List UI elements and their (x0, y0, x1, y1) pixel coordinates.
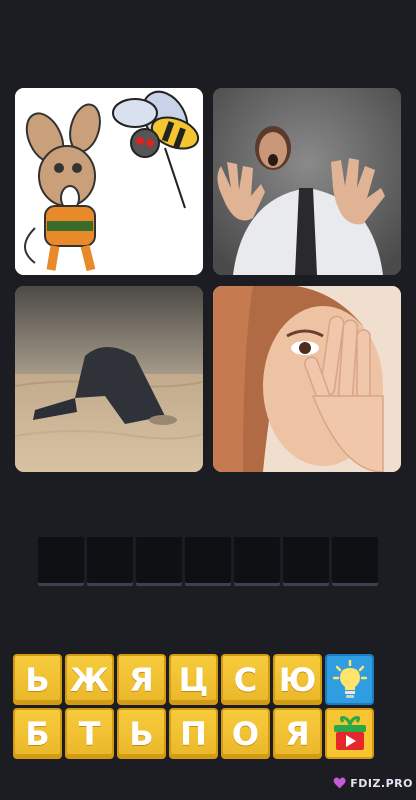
letter-tile[interactable]: Ж (65, 654, 114, 705)
picture-woman-covering-face[interactable] (213, 286, 401, 472)
watermark: FDIZ.PRO (333, 770, 413, 796)
gift-video-icon (333, 715, 366, 750)
letter-tile[interactable]: Я (273, 708, 322, 759)
letter-tile[interactable]: Б (13, 708, 62, 759)
letter-tile[interactable]: П (169, 708, 218, 759)
photo-frightened-man (213, 88, 401, 275)
letter-tile[interactable]: Ь (117, 708, 166, 759)
letter-row-2: Б Т Ь П О Я (13, 708, 403, 759)
hint-button[interactable] (325, 654, 374, 705)
picture-frightened-man[interactable] (213, 88, 401, 275)
answer-slot[interactable] (234, 537, 280, 586)
answer-slot[interactable] (87, 537, 133, 586)
letter-tile[interactable]: Ь (13, 654, 62, 705)
letter-tile[interactable]: Я (117, 654, 166, 705)
answer-slot[interactable] (185, 537, 231, 586)
answer-slots (38, 537, 378, 586)
watermark-text: FDIZ.PRO (350, 776, 413, 790)
answer-slot[interactable] (136, 537, 182, 586)
lightbulb-icon (332, 659, 367, 698)
letter-tile[interactable]: Ю (273, 654, 322, 705)
letter-keyboard: Ь Ж Я Ц С Ю Б Т Ь П О Я (13, 654, 403, 762)
picture-cartoon-mouse-bee[interactable] (15, 88, 203, 275)
answer-slot[interactable] (283, 537, 329, 586)
letter-tile[interactable]: Ц (169, 654, 218, 705)
picture-head-in-sand[interactable] (15, 286, 203, 472)
photo-woman-covering-face (213, 286, 401, 472)
letter-tile[interactable]: О (221, 708, 270, 759)
answer-slot[interactable] (38, 537, 84, 586)
gift-button[interactable] (325, 708, 374, 759)
letter-row-1: Ь Ж Я Ц С Ю (13, 654, 403, 705)
heart-icon (333, 777, 346, 789)
letter-tile[interactable]: С (221, 654, 270, 705)
cartoon-illustration (15, 88, 203, 275)
letter-tile[interactable]: Т (65, 708, 114, 759)
photo-head-in-sand (15, 286, 203, 472)
answer-slot[interactable] (332, 537, 378, 586)
